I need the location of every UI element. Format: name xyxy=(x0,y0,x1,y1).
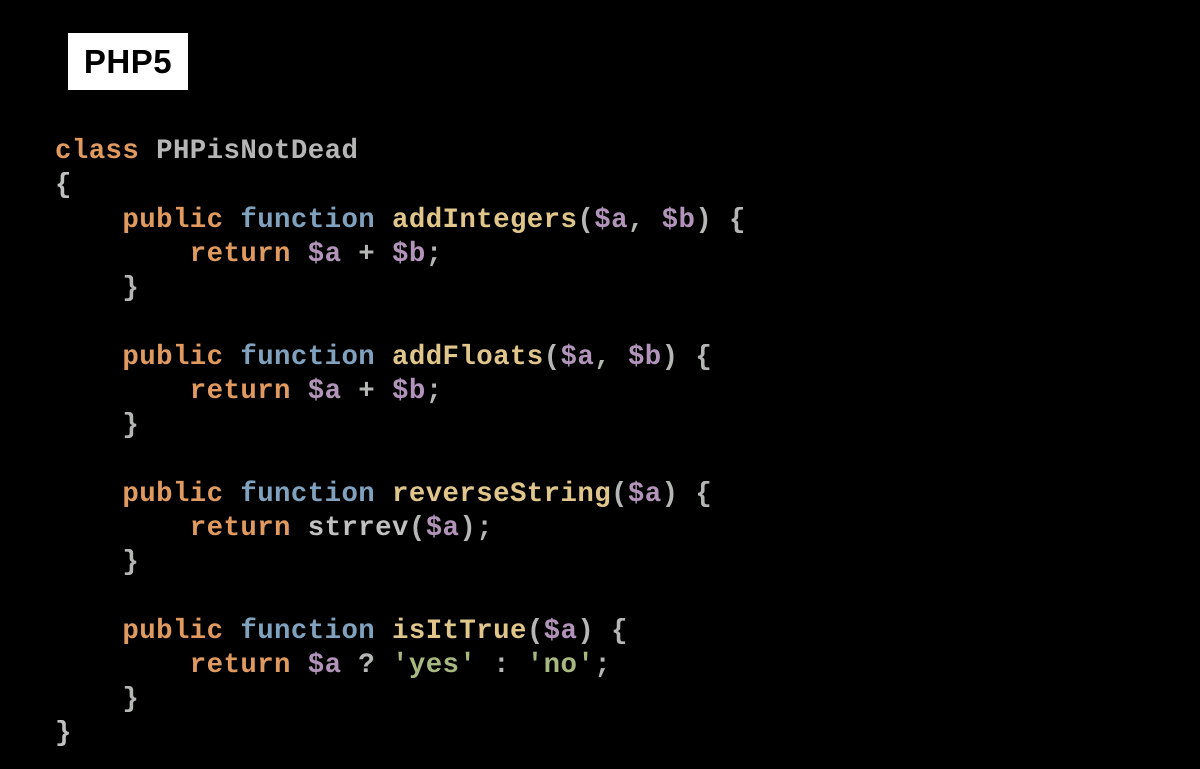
fn2-ret-a: $a xyxy=(308,376,342,407)
close-brace: } xyxy=(55,718,72,749)
fn1-ret-b: $b xyxy=(392,239,426,270)
return-keyword: return xyxy=(190,513,291,544)
paren-open: ( xyxy=(577,205,594,236)
function-keyword: function xyxy=(240,342,375,373)
open-brace: { xyxy=(55,170,72,201)
fn2-name: addFloats xyxy=(392,342,544,373)
fn2-param-b: $b xyxy=(628,342,662,373)
fn2-ret-b: $b xyxy=(392,376,426,407)
function-keyword: function xyxy=(240,616,375,647)
fn4-name: isItTrue xyxy=(392,616,527,647)
comma: , xyxy=(628,205,645,236)
fn3-name: reverseString xyxy=(392,479,611,510)
public-keyword: public xyxy=(122,616,223,647)
semicolon: ; xyxy=(426,239,443,270)
php5-badge: PHP5 xyxy=(65,30,191,93)
public-keyword: public xyxy=(122,342,223,373)
code-block: class PHPisNotDead { public function add… xyxy=(55,135,746,752)
indent xyxy=(55,205,122,236)
ternary-colon: : xyxy=(476,650,527,681)
fn3-call-arg: $a xyxy=(426,513,460,544)
body-close: } xyxy=(122,273,139,304)
fn1-param-b: $b xyxy=(662,205,696,236)
function-keyword: function xyxy=(240,479,375,510)
fn1-name: addIntegers xyxy=(392,205,577,236)
class-name: PHPisNotDead xyxy=(156,136,358,167)
ternary-q: ? xyxy=(341,650,392,681)
return-keyword: return xyxy=(190,239,291,270)
public-keyword: public xyxy=(122,205,223,236)
fn1-ret-a: $a xyxy=(308,239,342,270)
public-keyword: public xyxy=(122,479,223,510)
plus: + xyxy=(341,239,392,270)
fn4-param-a: $a xyxy=(544,616,578,647)
string-no: 'no' xyxy=(527,650,594,681)
fn4-ret-a: $a xyxy=(308,650,342,681)
return-keyword: return xyxy=(190,376,291,407)
string-yes: 'yes' xyxy=(392,650,476,681)
function-keyword: function xyxy=(240,205,375,236)
fn3-param-a: $a xyxy=(628,479,662,510)
fn2-param-a: $a xyxy=(561,342,595,373)
paren-close: ) xyxy=(695,205,712,236)
class-keyword: class xyxy=(55,136,139,167)
space xyxy=(139,136,156,167)
strrev-call: strrev xyxy=(308,513,409,544)
badge-text: PHP5 xyxy=(84,43,172,81)
body-open: { xyxy=(712,205,746,236)
fn1-param-a: $a xyxy=(594,205,628,236)
return-keyword: return xyxy=(190,650,291,681)
